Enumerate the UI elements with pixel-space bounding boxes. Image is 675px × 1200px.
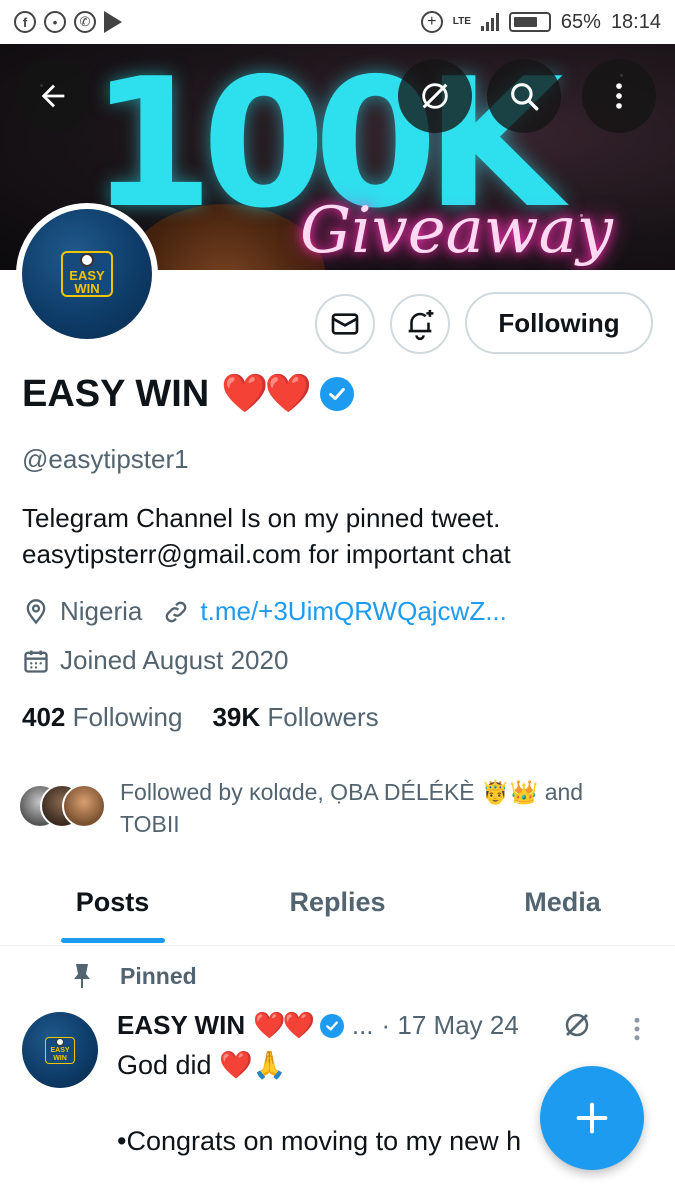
network-type: LTE [452,16,471,27]
banner-subheadline: Giveaway [300,194,613,268]
easy-win-logo: EASY WIN [45,1036,75,1064]
followed-by-line: Followed by κolαde, ỌBA DÉLÉKÈ 🤴👑 and [120,779,584,805]
tweet-header: EASY WIN ❤️❤️ ... · 17 May 24 [117,1010,519,1041]
mail-icon [331,313,359,335]
verified-badge-icon[interactable] [319,377,354,411]
tab-posts[interactable]: Posts [0,860,225,945]
more-options-button[interactable] [582,59,656,133]
battery-percent: 65% [560,10,601,33]
pinned-label: Pinned [120,962,197,989]
tweet-author-avatar[interactable]: EASY WIN [22,1012,98,1088]
grok-icon[interactable] [562,1010,592,1040]
football-icon [56,1037,64,1046]
logo-text-bottom: WIN [53,1054,67,1062]
tweet-handle-truncated: ... [351,1010,374,1040]
bio-line: Telegram Channel Is on my pinned tweet. [22,503,501,533]
signal-icon [480,13,499,31]
name-emoji: ❤️❤️ [221,373,312,415]
followed-by-row[interactable]: Followed by κolαde, ỌBA DÉLÉKÈ 🤴👑 and TO… [18,776,640,840]
bio-line: easytipsterr@gmail.com for important cha… [22,539,511,569]
tweet-author-name[interactable]: EASY WIN [117,1010,245,1041]
followers-stat[interactable]: 39K Followers [212,702,378,733]
search-button[interactable] [487,59,561,133]
football-icon [80,253,94,267]
profile-meta-row: Nigeria t.me/+3UimQRWQajcwZ... [22,596,507,627]
tweet-name-emoji: ❤️❤️ [253,1010,315,1040]
facebook-icon: f [14,11,36,33]
data-saver-icon: + [420,11,443,33]
profile-tabs: Posts Replies Media [0,860,675,946]
tweet-text[interactable]: God did ❤️🙏 •Congrats on moving to my ne… [117,1046,521,1160]
profile-avatar[interactable]: EASY WIN [16,203,158,345]
profile-bio: Telegram Channel Is on my pinned tweet. … [22,500,662,572]
pin-icon [74,964,90,988]
tab-replies[interactable]: Replies [225,860,450,945]
easy-win-logo: EASY WIN [61,251,113,297]
more-vertical-icon[interactable] [626,1014,648,1044]
follow-stats: 402 Following 39K Followers [22,702,379,733]
battery-icon [508,12,551,32]
profile-link[interactable]: t.me/+3UimQRWQajcwZ... [200,596,507,627]
followers-count: 39K [212,702,261,732]
grok-icon [422,83,448,109]
following-label: Following [72,702,183,732]
system-icons: + LTE 65% 18:14 [420,10,661,34]
compose-plus-icon [576,1102,608,1134]
following-stat[interactable]: 402 Following [22,702,182,733]
back-button[interactable] [16,59,90,133]
tab-media[interactable]: Media [450,860,675,945]
clock: 18:14 [610,10,661,33]
logo-text-bottom: WIN [74,281,100,296]
messenger-icon: • [44,11,66,33]
profile-name-row: EASY WIN ❤️❤️ [22,372,354,416]
avatar-image: EASY WIN [22,209,152,339]
following-count: 402 [22,702,66,732]
calendar-icon [24,650,48,673]
followed-by-line: TOBII [120,811,180,837]
profile-handle: @easytipster1 [22,444,189,474]
play-store-icon [104,11,122,33]
location-pin-icon [26,598,46,624]
profile-joined-row: Joined August 2020 [22,645,288,676]
link-icon [166,601,187,622]
tweet-date[interactable]: · 17 May 24 [382,1010,519,1041]
profile-location: Nigeria [60,596,143,626]
compose-button[interactable] [540,1066,644,1170]
followed-by-text: Followed by κolαde, ỌBA DÉLÉKÈ 🤴👑 and TO… [120,776,640,840]
grok-button[interactable] [398,59,472,133]
logo-text-top: EASY [50,1046,70,1054]
pinned-indicator: Pinned [70,962,197,990]
display-name: EASY WIN [22,372,210,415]
back-arrow-icon [41,84,65,108]
notify-button[interactable] [390,294,450,354]
notification-add-icon [408,309,434,341]
following-button[interactable]: Following [465,292,653,354]
profile-joined: Joined August 2020 [60,645,289,675]
whatsapp-icon: ✆ [74,11,96,33]
followers-label: Followers [267,702,379,732]
notification-icons: f • ✆ [14,11,122,33]
status-bar: f • ✆ + LTE 65% 18:14 [0,0,675,44]
verified-badge-icon [319,1013,344,1038]
more-vertical-icon [616,83,622,109]
search-icon [511,83,539,111]
avatar [62,784,106,828]
mutual-avatars [18,784,108,832]
message-button[interactable] [315,294,375,354]
